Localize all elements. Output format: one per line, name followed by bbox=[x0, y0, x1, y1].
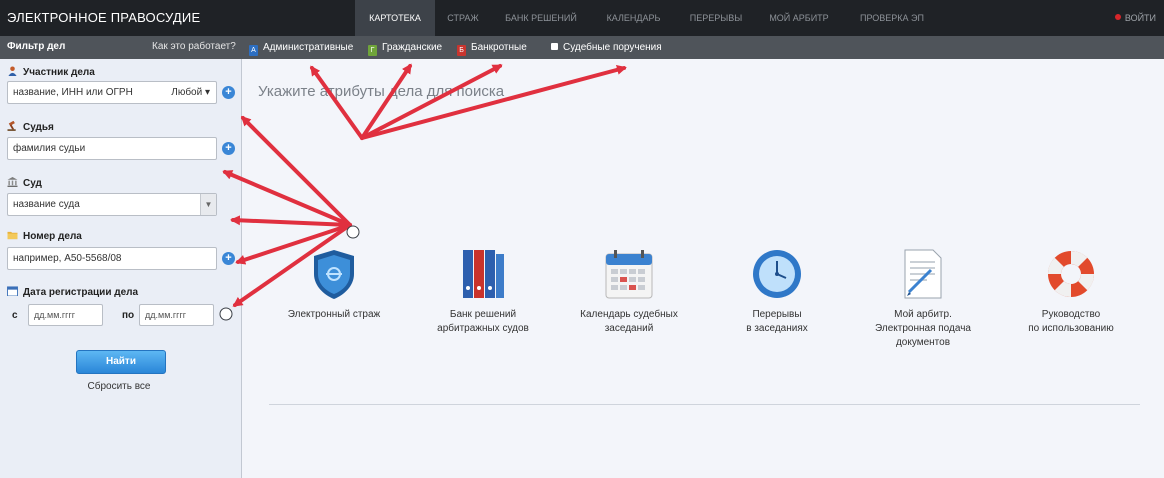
chevron-down-icon: ▾ bbox=[204, 87, 210, 98]
tile-decisions-bank[interactable]: Банк решений арбитражных судов bbox=[417, 246, 549, 336]
nav-tab-kalendar[interactable]: КАЛЕНДАРЬ bbox=[591, 0, 676, 36]
arrow-to-judge bbox=[222, 170, 352, 227]
arrow-to-court bbox=[230, 215, 352, 227]
category-civil[interactable]: Г Гражданские bbox=[368, 40, 443, 56]
participant-placeholder: название, ИНН или ОГРН bbox=[13, 87, 133, 98]
nav-tab-moy-arbitr[interactable]: МОЙ АРБИТР bbox=[756, 0, 842, 36]
folder-icon bbox=[7, 231, 18, 240]
date-to-input[interactable]: дд.мм.гггг bbox=[139, 304, 214, 326]
binders-icon bbox=[455, 246, 511, 302]
calendar-small-icon bbox=[7, 286, 18, 296]
participant-label: Участник дела bbox=[23, 67, 95, 78]
clock-icon bbox=[749, 246, 805, 302]
status-dot-icon bbox=[1114, 14, 1121, 20]
document-icon bbox=[895, 246, 951, 302]
nav-tab-strazh[interactable]: СТРАЖ bbox=[435, 0, 491, 36]
filter-sidebar: Участник дела название, ИНН или ОГРН Люб… bbox=[0, 59, 242, 478]
lifebuoy-icon bbox=[1043, 246, 1099, 302]
how-it-works-link[interactable]: Как это работает? bbox=[152, 41, 236, 52]
person-icon bbox=[8, 66, 17, 76]
court-select[interactable]: название суда ▼ bbox=[7, 193, 217, 216]
administrative-icon: А bbox=[249, 45, 258, 56]
arrow-to-court-orders bbox=[360, 64, 627, 140]
category-label: Гражданские bbox=[382, 42, 443, 53]
date-label: Дата регистрации дела bbox=[23, 287, 139, 298]
content-divider bbox=[269, 404, 1140, 405]
case-number-placeholder: например, А50-5568/08 bbox=[13, 253, 122, 264]
find-button[interactable]: Найти bbox=[76, 350, 166, 374]
tile-caption: Электронный страж bbox=[287, 309, 381, 320]
tile-caption: Банк решений арбитражных судов bbox=[437, 309, 529, 334]
arrow-to-participant bbox=[240, 115, 352, 227]
bankruptcy-icon: Б bbox=[457, 45, 466, 56]
category-bankruptcy[interactable]: Б Банкротные bbox=[457, 40, 527, 56]
tile-caption: Мой арбитр. Электронная подача документо… bbox=[875, 309, 971, 348]
judge-input[interactable]: фамилия судьи bbox=[7, 137, 217, 160]
court-orders-icon bbox=[551, 43, 558, 50]
add-case-number-button[interactable]: + bbox=[222, 252, 235, 265]
nav-tab-kartoteka[interactable]: КАРТОТЕКА bbox=[355, 0, 435, 36]
category-administrative[interactable]: А Административные bbox=[249, 40, 354, 56]
site-brand[interactable]: ЭЛЕКТРОННОЕ ПРАВОСУДИЕ bbox=[7, 10, 200, 25]
shield-icon bbox=[306, 246, 362, 302]
participant-input[interactable]: название, ИНН или ОГРН Любой ▾ bbox=[7, 81, 217, 104]
participant-group: Участник дела bbox=[7, 66, 95, 78]
tile-caption: Руководство по использованию bbox=[1028, 309, 1114, 334]
judge-group: Судья bbox=[7, 121, 54, 133]
nav-tab-bank-resheniy[interactable]: БАНК РЕШЕНИЙ bbox=[491, 0, 591, 36]
date-group: Дата регистрации дела bbox=[7, 286, 138, 298]
login-label: ВОЙТИ bbox=[1124, 13, 1156, 23]
calendar-icon bbox=[601, 246, 657, 302]
add-participant-button[interactable]: + bbox=[222, 86, 235, 99]
tile-caption: Календарь судебных заседаний bbox=[580, 309, 678, 334]
case-number-label: Номер дела bbox=[23, 231, 82, 242]
judge-placeholder: фамилия судьи bbox=[13, 143, 86, 154]
gavel-icon bbox=[7, 121, 16, 131]
judge-label: Судья bbox=[23, 122, 54, 133]
reset-all-link[interactable]: Сбросить все bbox=[0, 381, 238, 392]
tile-electronic-guard[interactable]: Электронный страж bbox=[268, 246, 400, 322]
arrow-to-bankruptcy bbox=[360, 64, 503, 140]
court-label: Суд bbox=[23, 178, 42, 189]
add-judge-button[interactable]: + bbox=[222, 142, 235, 155]
case-number-group: Номер дела bbox=[7, 230, 82, 242]
search-prompt: Укажите атрибуты дела для поиска bbox=[258, 83, 505, 100]
category-court-orders[interactable]: Судебные поручения bbox=[551, 40, 662, 55]
tile-my-arbiter[interactable]: Мой арбитр. Электронная подача документо… bbox=[857, 246, 989, 350]
tile-caption: Перерывы в заседаниях bbox=[746, 309, 808, 334]
role-value: Любой bbox=[171, 87, 203, 98]
login-link[interactable]: ВОЙТИ bbox=[1114, 0, 1156, 36]
category-bar: Фильтр дел Как это работает? А Администра… bbox=[0, 36, 1164, 59]
date-from-label: с bbox=[12, 310, 18, 321]
category-label: Административные bbox=[263, 42, 354, 53]
court-group: Суд bbox=[7, 177, 42, 189]
court-dropdown-button[interactable]: ▼ bbox=[200, 194, 216, 215]
arrow-to-administrative bbox=[310, 65, 364, 140]
participant-role-select[interactable]: Любой ▾ bbox=[171, 82, 210, 103]
arrow-to-civil bbox=[360, 63, 412, 140]
courthouse-icon bbox=[7, 177, 18, 187]
tile-user-guide[interactable]: Руководство по использованию bbox=[1005, 246, 1137, 336]
top-nav-bar: ЭЛЕКТРОННОЕ ПРАВОСУДИЕ КАРТОТЕКА СТРАЖ Б… bbox=[0, 0, 1164, 36]
tile-breaks[interactable]: Перерывы в заседаниях bbox=[711, 246, 843, 336]
case-number-input[interactable]: например, А50-5568/08 bbox=[7, 247, 217, 270]
civil-icon: Г bbox=[368, 45, 377, 56]
category-label: Судебные поручения bbox=[563, 42, 662, 53]
filter-title: Фильтр дел bbox=[7, 41, 66, 52]
date-from-placeholder: дд.мм.гггг bbox=[34, 310, 76, 320]
category-label: Банкротные bbox=[471, 42, 527, 53]
date-from-input[interactable]: дд.мм.гггг bbox=[28, 304, 103, 326]
nav-tab-proverka-ep[interactable]: ПРОВЕРКА ЭП bbox=[842, 0, 942, 36]
annotation-hub-circle bbox=[346, 225, 360, 239]
date-to-placeholder: дд.мм.гггг bbox=[145, 310, 187, 320]
nav-tab-pereryvy[interactable]: ПЕРЕРЫВЫ bbox=[676, 0, 756, 36]
court-placeholder: название суда bbox=[13, 199, 80, 210]
date-to-label: по bbox=[122, 310, 135, 321]
tile-court-calendar[interactable]: Календарь судебных заседаний bbox=[563, 246, 695, 336]
